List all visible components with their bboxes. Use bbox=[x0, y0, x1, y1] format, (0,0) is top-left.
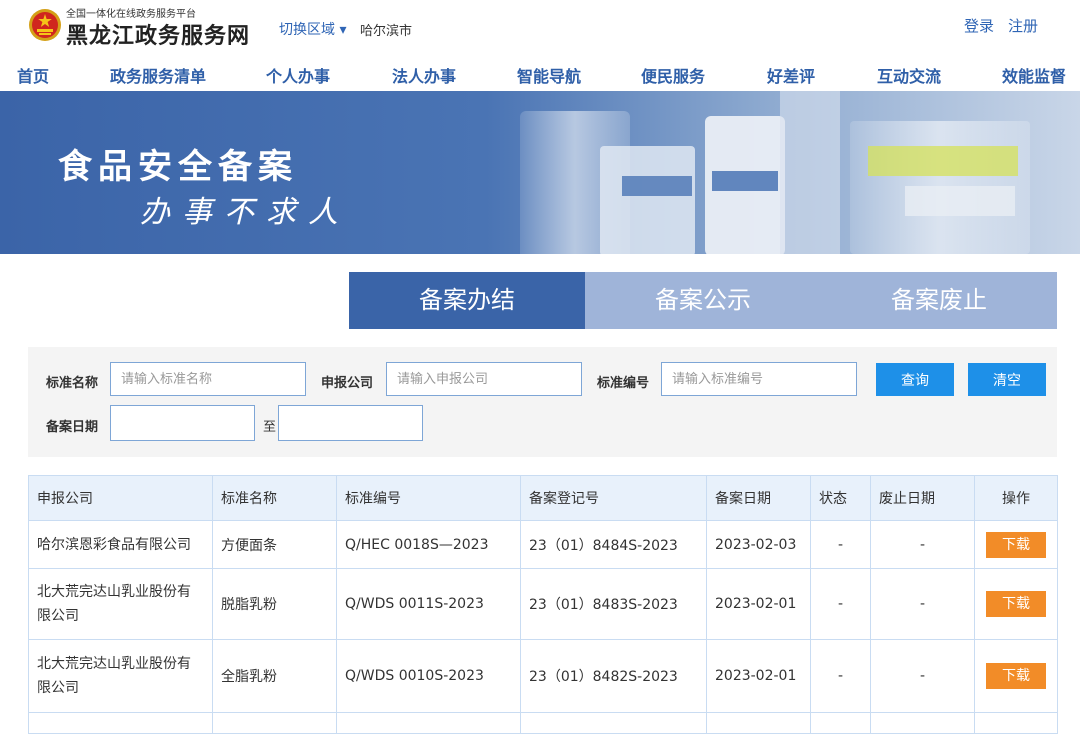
download-button[interactable]: 下载 bbox=[986, 531, 1046, 558]
cell-action: 下载 bbox=[974, 568, 1058, 640]
col-header-standard-no: 标准编号 bbox=[336, 475, 521, 521]
main-nav: 首页 政务服务清单 个人办事 法人办事 智能导航 便民服务 好差评 互动交流 效… bbox=[0, 56, 1080, 90]
nav-item-convenience[interactable]: 便民服务 bbox=[641, 63, 705, 87]
site-header: 全国一体化在线政务服务平台 黑龙江政务服务网 切换区域 ▾ 哈尔滨市 登录 注册 bbox=[0, 0, 1080, 52]
filing-tabs: 备案办结 备案公示 备案废止 bbox=[349, 272, 1057, 329]
cell-action: 下载 bbox=[974, 639, 1058, 713]
banner-title: 食品安全备案 bbox=[58, 147, 298, 187]
login-link[interactable]: 登录 bbox=[964, 15, 994, 36]
tab-filing-completed[interactable]: 备案办结 bbox=[349, 272, 585, 329]
filing-results-table: 申报公司 标准名称 标准编号 备案登记号 备案日期 状态 废止日期 操作 哈尔滨… bbox=[28, 475, 1058, 734]
filing-date-start-input[interactable] bbox=[110, 405, 255, 441]
nav-item-supervision[interactable]: 效能监督 bbox=[1002, 63, 1066, 87]
col-header-abolish-date: 废止日期 bbox=[870, 475, 975, 521]
cell-standard-name: 全脂乳粉 bbox=[212, 639, 337, 713]
cell-filing-date: 2023-02-01 bbox=[706, 639, 811, 713]
region-switch-dropdown[interactable]: 切换区域 ▾ bbox=[279, 19, 346, 39]
download-button[interactable]: 下载 bbox=[986, 591, 1046, 617]
filing-date-label: 备案日期 bbox=[46, 420, 99, 435]
col-header-company: 申报公司 bbox=[28, 475, 213, 521]
cell-reg-no: 23（01）8483S-2023 bbox=[520, 568, 707, 640]
cell-standard-name: 脱脂乳粉 bbox=[212, 568, 337, 640]
standard-no-input[interactable] bbox=[661, 362, 857, 396]
download-button[interactable]: 下载 bbox=[986, 663, 1046, 689]
col-header-status: 状态 bbox=[810, 475, 871, 521]
col-header-filing-date: 备案日期 bbox=[706, 475, 811, 521]
cell-standard-no: Q/WDS 0010S-2023 bbox=[336, 639, 521, 713]
register-link[interactable]: 注册 bbox=[1008, 15, 1038, 36]
cell-status: - bbox=[810, 520, 871, 569]
col-header-action: 操作 bbox=[974, 475, 1058, 521]
cell-company: 北大荒完达山乳业股份有限公司 bbox=[28, 639, 213, 713]
cell-abolish-date: - bbox=[870, 568, 975, 640]
nav-item-interaction[interactable]: 互动交流 bbox=[877, 63, 941, 87]
col-header-standard-name: 标准名称 bbox=[212, 475, 337, 521]
query-button[interactable]: 查询 bbox=[876, 363, 954, 396]
cell-action: 下载 bbox=[974, 520, 1058, 569]
clear-button[interactable]: 清空 bbox=[968, 363, 1046, 396]
company-label: 申报公司 bbox=[321, 376, 374, 391]
cell-abolish-date: - bbox=[870, 639, 975, 713]
banner-slogan: 办事不求人 bbox=[140, 195, 350, 230]
cell-standard-no: Q/WDS 0011S-2023 bbox=[336, 568, 521, 640]
nav-item-service-list[interactable]: 政务服务清单 bbox=[110, 63, 206, 87]
standard-name-input[interactable] bbox=[110, 362, 306, 396]
nav-item-home[interactable]: 首页 bbox=[17, 63, 49, 87]
table-row: 北大荒完达山乳业股份有限公司 脱脂乳粉 Q/WDS 0011S-2023 23（… bbox=[28, 568, 1058, 640]
cell-standard-no: Q/HEC 0018S—2023 bbox=[336, 520, 521, 569]
nav-item-rating[interactable]: 好差评 bbox=[767, 63, 815, 87]
standard-no-label: 标准编号 bbox=[597, 376, 650, 391]
cell-status: - bbox=[810, 639, 871, 713]
tab-filing-abolished[interactable]: 备案废止 bbox=[821, 272, 1057, 329]
cell-abolish-date: - bbox=[870, 520, 975, 569]
nav-item-smart-guide[interactable]: 智能导航 bbox=[517, 63, 581, 87]
cell-standard-name: 方便面条 bbox=[212, 520, 337, 569]
cell-filing-date: 2023-02-03 bbox=[706, 520, 811, 569]
nav-item-personal[interactable]: 个人办事 bbox=[266, 63, 330, 87]
cell-reg-no: 23（01）8482S-2023 bbox=[520, 639, 707, 713]
current-region: 哈尔滨市 bbox=[360, 24, 413, 39]
nav-item-legal-entity[interactable]: 法人办事 bbox=[392, 63, 456, 87]
col-header-reg-no: 备案登记号 bbox=[520, 475, 707, 521]
table-header-row: 申报公司 标准名称 标准编号 备案登记号 备案日期 状态 废止日期 操作 bbox=[28, 475, 1058, 521]
portal-name[interactable]: 黑龙江政务服务网 bbox=[66, 18, 250, 50]
standard-name-label: 标准名称 bbox=[46, 376, 99, 391]
national-emblem-icon bbox=[29, 9, 61, 41]
cell-status: - bbox=[810, 568, 871, 640]
table-row-partial bbox=[28, 712, 1058, 734]
page-banner: 食品安全备案 办事不求人 bbox=[0, 91, 1080, 254]
date-range-separator: 至 bbox=[263, 420, 277, 435]
filing-date-end-input[interactable] bbox=[278, 405, 423, 441]
cell-filing-date: 2023-02-01 bbox=[706, 568, 811, 640]
search-panel: 标准名称 申报公司 标准编号 查询 清空 备案日期 至 bbox=[28, 347, 1057, 457]
tab-filing-publicity[interactable]: 备案公示 bbox=[585, 272, 821, 329]
cell-reg-no: 23（01）8484S-2023 bbox=[520, 520, 707, 569]
cell-company: 哈尔滨恩彩食品有限公司 bbox=[28, 520, 213, 569]
table-row: 哈尔滨恩彩食品有限公司 方便面条 Q/HEC 0018S—2023 23（01）… bbox=[28, 520, 1058, 569]
table-row: 北大荒完达山乳业股份有限公司 全脂乳粉 Q/WDS 0010S-2023 23（… bbox=[28, 639, 1058, 713]
company-input[interactable] bbox=[386, 362, 582, 396]
cell-company: 北大荒完达山乳业股份有限公司 bbox=[28, 568, 213, 640]
